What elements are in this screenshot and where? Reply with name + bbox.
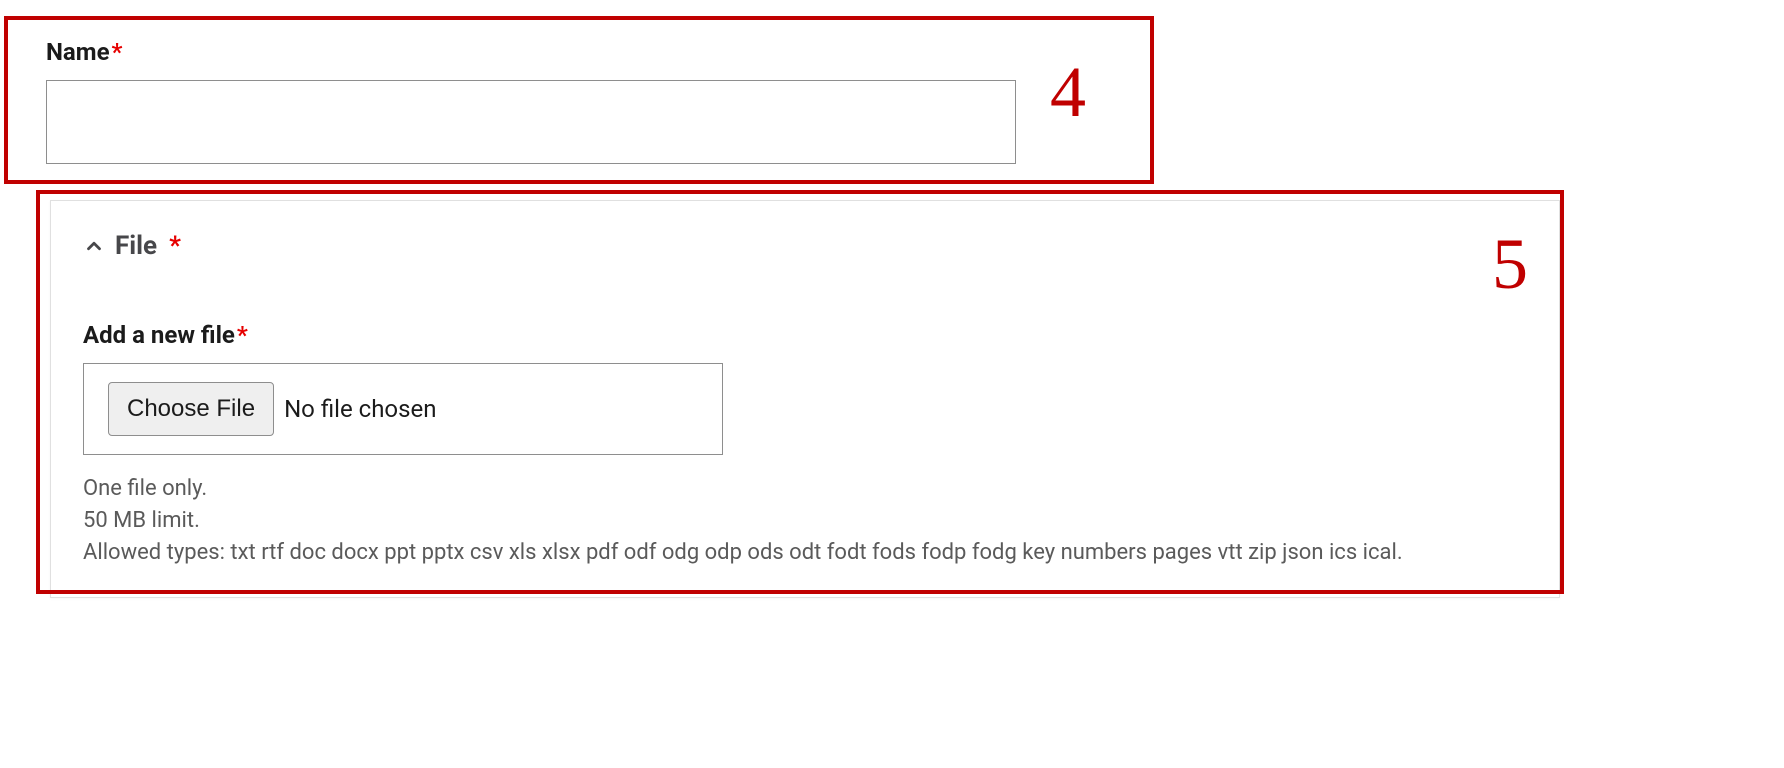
collapse-toggle[interactable] (83, 235, 105, 257)
hint-size-limit: 50 MB limit. (83, 505, 1527, 537)
file-chosen-status: No file chosen (284, 395, 436, 423)
add-file-group: Add a new file* Choose File No file chos… (83, 321, 1527, 569)
file-hints: One file only. 50 MB limit. Allowed type… (83, 473, 1527, 569)
add-file-label-text: Add a new file (83, 321, 235, 349)
name-label: Name* (46, 38, 1016, 66)
chevron-up-icon (83, 235, 105, 257)
required-indicator: * (112, 38, 123, 66)
required-indicator: * (237, 321, 248, 349)
name-input[interactable] (46, 80, 1016, 164)
file-input-wrapper[interactable]: Choose File No file chosen (83, 363, 723, 455)
required-indicator: * (169, 231, 181, 261)
choose-file-button[interactable]: Choose File (108, 382, 274, 436)
name-label-text: Name (46, 38, 110, 66)
hint-one-file: One file only. (83, 473, 1527, 505)
file-section-panel: File * Add a new file* Choose File No fi… (50, 200, 1560, 598)
add-file-label: Add a new file* (83, 321, 1527, 349)
hint-allowed-types: Allowed types: txt rtf doc docx ppt pptx… (83, 537, 1527, 569)
file-section-legend: File * (83, 231, 1527, 261)
file-legend-text: File (115, 231, 157, 261)
annotation-number-4: 4 (1050, 56, 1086, 128)
name-field-group: Name* (46, 38, 1016, 164)
